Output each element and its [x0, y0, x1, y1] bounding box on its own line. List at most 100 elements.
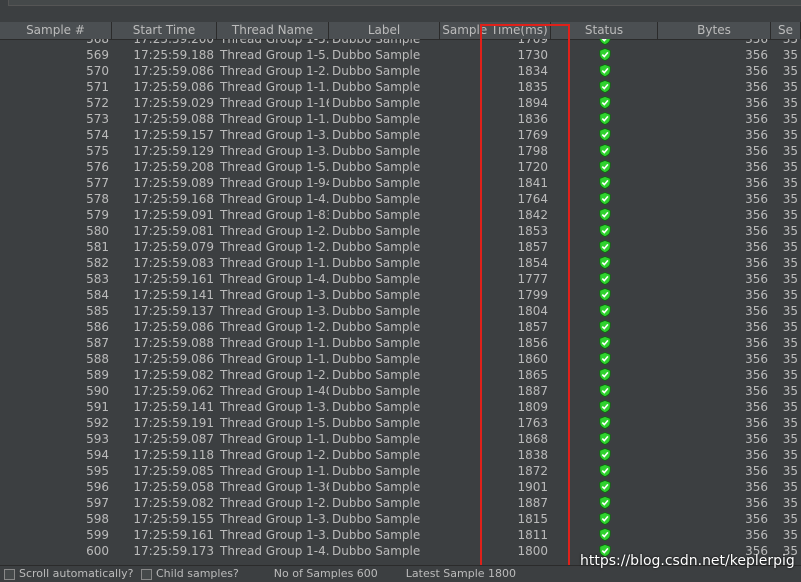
- cell-status: [551, 383, 658, 399]
- check-shield-icon: [598, 112, 611, 125]
- cell-status: [551, 95, 658, 111]
- cell-bytes: 356: [745, 320, 768, 334]
- table-row[interactable]: 586 17:25:59.086 Thread Group 1-2... Dubbo …: [0, 319, 801, 335]
- cell-sample-time: 1763: [517, 416, 548, 430]
- cell-start-time: 17:25:59.191: [133, 416, 214, 430]
- cell-sample-time: 1865: [517, 368, 548, 382]
- cell-thread-name: Thread Group 1-1...: [220, 112, 329, 126]
- column-header-sample-time[interactable]: Sample Time(ms): [440, 22, 551, 39]
- cell-bytes: 356: [745, 432, 768, 446]
- column-header-sent-bytes[interactable]: Se: [771, 22, 801, 39]
- table-row[interactable]: 589 17:25:59.082 Thread Group 1-2... Dubbo …: [0, 367, 801, 383]
- column-header-start-time[interactable]: Start Time: [112, 22, 217, 39]
- cell-start-time: 17:25:59.088: [133, 112, 214, 126]
- cell-label: Dubbo Sample: [332, 256, 421, 270]
- cell-thread-name: Thread Group 1-3...: [220, 128, 329, 142]
- column-header-sample-number[interactable]: Sample #: [0, 22, 112, 39]
- table-row[interactable]: 599 17:25:59.161 Thread Group 1-3... Dubbo …: [0, 527, 801, 543]
- scroll-checkbox[interactable]: [4, 568, 15, 580]
- cell-sample-time: 1857: [517, 320, 548, 334]
- cell-bytes: 356: [745, 288, 768, 302]
- table-row[interactable]: 570 17:25:59.086 Thread Group 1-2... Dubbo …: [0, 63, 801, 79]
- check-shield-icon: [598, 528, 611, 541]
- cell-thread-name: Thread Group 1-2...: [220, 320, 329, 334]
- cell-thread-name: Thread Group 1-1...: [220, 256, 329, 270]
- cell-start-time: 17:25:59.058: [133, 480, 214, 494]
- check-shield-icon: [598, 352, 611, 365]
- table-row[interactable]: 579 17:25:59.091 Thread Group 1-83 Dubbo Sa…: [0, 207, 801, 223]
- check-shield-icon: [598, 368, 611, 381]
- check-shield-icon: [598, 288, 611, 301]
- table-row[interactable]: 569 17:25:59.188 Thread Group 1-5... Dubbo …: [0, 47, 801, 63]
- table-row[interactable]: 592 17:25:59.191 Thread Group 1-5... Dubbo …: [0, 415, 801, 431]
- cell-sample-time: 1887: [517, 496, 548, 510]
- cell-sample-number: 590: [86, 384, 109, 398]
- table-row[interactable]: 571 17:25:59.086 Thread Group 1-1... Dubbo …: [0, 79, 801, 95]
- cell-status: [551, 175, 658, 191]
- table-row[interactable]: 581 17:25:59.079 Thread Group 1-2... Dubbo …: [0, 239, 801, 255]
- check-shield-icon: [598, 48, 611, 61]
- column-header-label[interactable]: Label: [329, 22, 440, 39]
- table-row[interactable]: 594 17:25:59.118 Thread Group 1-2... Dubbo …: [0, 447, 801, 463]
- cell-start-time: 17:25:59.082: [133, 496, 214, 510]
- table-row[interactable]: 572 17:25:59.029 Thread Group 1-16 Dubbo Sa…: [0, 95, 801, 111]
- cell-sample-time: 1764: [517, 192, 548, 206]
- table-row[interactable]: 574 17:25:59.157 Thread Group 1-3... Dubbo …: [0, 127, 801, 143]
- table-row[interactable]: 595 17:25:59.085 Thread Group 1-1... Dubbo …: [0, 463, 801, 479]
- cell-bytes: 356: [745, 176, 768, 190]
- table-row[interactable]: 585 17:25:59.137 Thread Group 1-3... Dubbo …: [0, 303, 801, 319]
- cell-bytes: 356: [745, 512, 768, 526]
- vertical-scrollbar[interactable]: [797, 39, 801, 565]
- cell-label: Dubbo Sample: [332, 320, 421, 334]
- cell-bytes: 356: [745, 112, 768, 126]
- cell-bytes: 356: [745, 448, 768, 462]
- cell-bytes: 356: [745, 160, 768, 174]
- child-samples-checkbox[interactable]: [140, 568, 152, 580]
- table-row[interactable]: 578 17:25:59.168 Thread Group 1-4... Dubbo …: [0, 191, 801, 207]
- cell-thread-name: Thread Group 1-4...: [220, 272, 329, 286]
- table-row[interactable]: 576 17:25:59.208 Thread Group 1-5... Dubbo …: [0, 159, 801, 175]
- cell-status: [551, 463, 658, 479]
- column-header-bytes[interactable]: Bytes: [658, 22, 771, 39]
- table-row[interactable]: 596 17:25:59.058 Thread Group 1-36 Dubbo Sa…: [0, 479, 801, 495]
- cell-status: [551, 63, 658, 79]
- table-row[interactable]: 593 17:25:59.087 Thread Group 1-1... Dubbo …: [0, 431, 801, 447]
- table-row[interactable]: 597 17:25:59.082 Thread Group 1-2... Dubbo …: [0, 495, 801, 511]
- cell-label: Dubbo Sample: [332, 64, 421, 78]
- cell-status: [551, 143, 658, 159]
- table-row[interactable]: 587 17:25:59.088 Thread Group 1-1... Dubbo …: [0, 335, 801, 351]
- table-row[interactable]: 573 17:25:59.088 Thread Group 1-1... Dubbo …: [0, 111, 801, 127]
- cell-thread-name: Thread Group 1-4...: [220, 192, 329, 206]
- table-row[interactable]: 598 17:25:59.155 Thread Group 1-3... Dubbo …: [0, 511, 801, 527]
- cell-bytes: 356: [745, 48, 768, 62]
- filter-field[interactable]: [8, 0, 801, 6]
- check-shield-icon: [598, 400, 611, 413]
- table-row[interactable]: 577 17:25:59.089 Thread Group 1-94 Dubbo Sa…: [0, 175, 801, 191]
- table-row[interactable]: 584 17:25:59.141 Thread Group 1-3... Dubbo …: [0, 287, 801, 303]
- cell-thread-name: Thread Group 1-3...: [220, 144, 329, 158]
- table-row[interactable]: 580 17:25:59.081 Thread Group 1-2... Dubbo …: [0, 223, 801, 239]
- column-header-thread-name[interactable]: Thread Name: [217, 22, 329, 39]
- cell-status: [551, 111, 658, 127]
- table-row[interactable]: 583 17:25:59.161 Thread Group 1-4... Dubbo …: [0, 271, 801, 287]
- cell-start-time: 17:25:59.086: [133, 64, 214, 78]
- table-row[interactable]: 588 17:25:59.086 Thread Group 1-1... Dubbo …: [0, 351, 801, 367]
- cell-sample-time: 1800: [517, 544, 548, 558]
- cell-sample-number: 592: [86, 416, 109, 430]
- check-shield-icon: [598, 144, 611, 157]
- table-row[interactable]: 590 17:25:59.062 Thread Group 1-40 Dubbo Sa…: [0, 383, 801, 399]
- child-samples-label: Child samples?: [155, 567, 239, 580]
- table-row[interactable]: 575 17:25:59.129 Thread Group 1-3... Dubbo …: [0, 143, 801, 159]
- cell-start-time: 17:25:59.085: [133, 464, 214, 478]
- cell-status: [551, 479, 658, 495]
- column-header-status[interactable]: Status: [551, 22, 658, 39]
- cell-label: Dubbo Sample: [332, 368, 421, 382]
- table-row[interactable]: 582 17:25:59.083 Thread Group 1-1... Dubbo …: [0, 255, 801, 271]
- check-shield-icon: [598, 64, 611, 77]
- table-row[interactable]: 568 17:25:59.200 Thread Group 1-5... Dubbo …: [0, 39, 801, 47]
- cell-status: [551, 511, 658, 527]
- cell-start-time: 17:25:59.141: [133, 288, 214, 302]
- cell-thread-name: Thread Group 1-1...: [220, 432, 329, 446]
- table-row[interactable]: 591 17:25:59.141 Thread Group 1-3... Dubbo …: [0, 399, 801, 415]
- check-shield-icon: [598, 384, 611, 397]
